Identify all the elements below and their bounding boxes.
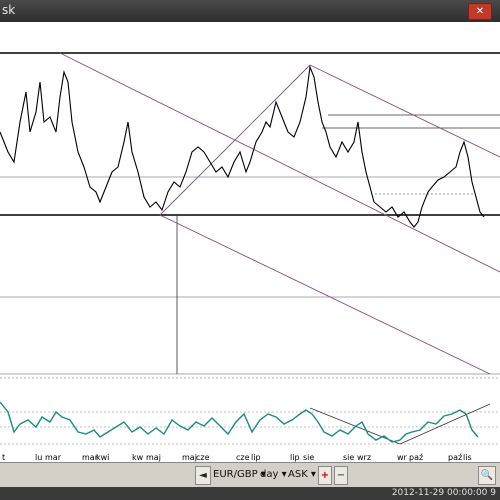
status-timestamp: 2012-11-29 00:00:00 9 [391, 488, 496, 498]
close-icon: ✕ [475, 6, 485, 17]
status-bar: 2012-11-29 00:00:00 9 [0, 487, 500, 500]
add-indicator-button[interactable]: + [318, 466, 332, 485]
x-tick-label: t [2, 453, 5, 462]
trend-line[interactable] [159, 214, 491, 375]
oscillator-series [0, 401, 479, 443]
x-tick-label: paź [448, 453, 462, 462]
x-tick-label: kw [132, 453, 144, 462]
x-tick-label: wr [397, 453, 408, 462]
x-tick-label: sie [303, 453, 314, 462]
period-select[interactable]: day ▾ [260, 466, 287, 483]
x-tick-label: maj [146, 453, 161, 462]
x-tick-label: lip [251, 453, 261, 462]
symbol-select[interactable]: EUR/GBP ▾ [213, 466, 266, 483]
plus-icon: + [320, 470, 330, 481]
oscillator-trend-line [399, 403, 491, 445]
x-axis: t lu mar mar kwi kw maj maj cze cze lip … [2, 453, 472, 462]
trend-line[interactable] [59, 52, 500, 273]
trend-line[interactable] [159, 64, 311, 216]
chart-toolbar: ◄ EUR/GBP ▾ day ▾ ASK ▾ + − 🔍 [0, 462, 500, 487]
title-bar: sk ✕ [0, 0, 500, 22]
window-title: sk [2, 3, 16, 17]
x-tick-label: kwi [96, 453, 109, 462]
minus-icon: − [336, 470, 346, 481]
chart-area[interactable]: t lu mar mar kwi kw maj maj cze cze lip … [0, 22, 500, 462]
x-tick-label: paź [409, 453, 423, 462]
x-tick-label: lip [290, 453, 300, 462]
price-series [0, 64, 485, 228]
x-tick-label: lu [35, 453, 42, 462]
price-type-select[interactable]: ASK ▾ [288, 466, 316, 483]
x-tick-label: lis [463, 453, 472, 462]
zoom-icon: 🔍 [480, 470, 494, 481]
x-tick-label: maj [182, 453, 197, 462]
x-tick-label: sie [343, 453, 354, 462]
remove-button[interactable]: − [334, 466, 348, 485]
nav-left-button[interactable]: ◄ [195, 466, 211, 485]
arrow-left-icon: ◄ [199, 470, 207, 481]
x-tick-label: wrz [357, 453, 371, 462]
trend-line[interactable] [309, 64, 500, 158]
close-button[interactable]: ✕ [468, 3, 492, 20]
x-tick-label: mar [45, 453, 62, 462]
x-tick-label: cze [196, 453, 210, 462]
x-tick-label: cze [236, 453, 250, 462]
price-chart[interactable]: t lu mar mar kwi kw maj maj cze cze lip … [0, 22, 500, 462]
zoom-button[interactable]: 🔍 [478, 466, 496, 485]
